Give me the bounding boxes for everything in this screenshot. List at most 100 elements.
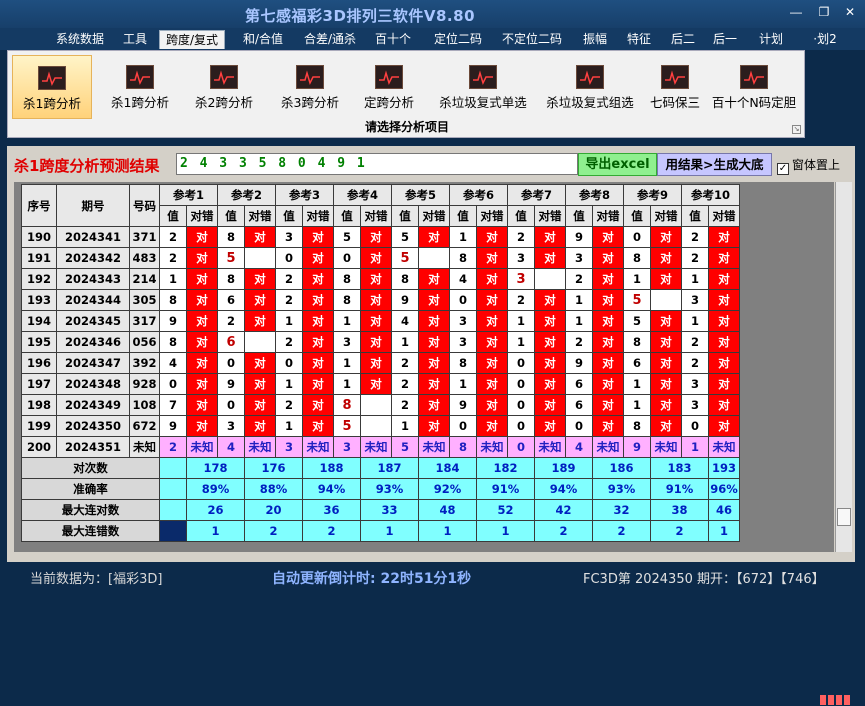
cell-hit: 对 xyxy=(186,331,218,353)
header-check: 对错 xyxy=(476,205,508,227)
stats-row: 准确率 89% 88% 94% 93% 92% 91% 94% 93% 91% 96% xyxy=(21,478,740,500)
cell-hit: 对 xyxy=(534,373,566,395)
menu-10[interactable]: 特征 xyxy=(622,30,656,49)
cell-value: 2 xyxy=(681,331,709,353)
table-row[interactable]: 192 2024343 214 1 对 8 对 2 对 8 对 8 对 4 对 3 2 对 1 对 1 对 xyxy=(21,268,740,290)
table-row[interactable]: 190 2024341 371 2 对 8 对 3 对 5 对 5 对 1 对 2 对 9 对 0 对 2 对 xyxy=(21,226,740,248)
cell-value: 2 xyxy=(507,226,535,248)
table-row[interactable]: 197 2024348 928 0 对 9 对 1 对 1 对 2 对 1 对 0 对 6 对 1 对 3 对 xyxy=(21,373,740,395)
restore-button[interactable]: ❐ xyxy=(814,4,834,20)
cell-hit: 对 xyxy=(592,289,624,311)
cell-value: 2 xyxy=(159,226,187,248)
ribbon-button-7[interactable]: 杀垃圾复式组选 xyxy=(538,55,642,119)
table-row[interactable]: 198 2024349 108 7 对 0 对 2 对 8 2 对 9 对 0 对 6 对 1 对 3 对 xyxy=(21,394,740,416)
ribbon-button-label: 杀2跨分析 xyxy=(195,95,253,110)
ribbon-button-9[interactable]: 百十个N码定胆 xyxy=(708,55,800,119)
menu-5[interactable]: 合差/通杀 xyxy=(299,30,361,49)
stats-value: 1 xyxy=(476,520,535,542)
cell-hit: 对 xyxy=(708,310,740,332)
generate-base-button[interactable]: 用结果>生成大底 xyxy=(657,153,772,176)
ribbon-button-2[interactable]: 杀1跨分析 xyxy=(100,55,180,119)
scrollbar-thumb[interactable] xyxy=(837,508,851,526)
cell-value: 1 xyxy=(333,373,361,395)
stats-label: 对次数 xyxy=(21,457,160,479)
export-excel-button[interactable]: 导出excel xyxy=(578,153,657,176)
cell-value: 9 xyxy=(565,226,593,248)
countdown-status: 自动更新倒计时: 22时51分1秒 xyxy=(272,571,472,587)
stats-label: 准确率 xyxy=(21,478,160,500)
cell-value: 8 xyxy=(449,247,477,269)
cell-hit: 对 xyxy=(302,289,334,311)
ribbon-button-6[interactable]: 杀垃圾复式单选 xyxy=(430,55,536,119)
menu-12[interactable]: 后一 xyxy=(708,30,742,49)
cell-hit: 对 xyxy=(650,226,682,248)
cell-hit: 对 xyxy=(302,352,334,374)
cell-value: 1 xyxy=(623,268,651,290)
cell-seq: 190 xyxy=(21,226,57,248)
minimize-button[interactable]: — xyxy=(786,4,806,20)
result-field[interactable]: 2 4 3 3 5 8 0 4 9 1 xyxy=(176,153,578,175)
ribbon-expand-icon[interactable]: ↘ xyxy=(792,125,801,134)
cell-hit: 对 xyxy=(418,373,450,395)
close-button[interactable]: ✕ xyxy=(840,4,860,20)
cell-value: 0 xyxy=(159,373,187,395)
header-value: 值 xyxy=(449,205,477,227)
menu-9[interactable]: 振幅 xyxy=(578,30,612,49)
stats-spacer xyxy=(159,499,187,521)
ribbon-button-3[interactable]: 杀2跨分析 xyxy=(184,55,264,119)
header-value: 值 xyxy=(333,205,361,227)
menu-11[interactable]: 后二 xyxy=(666,30,700,49)
menu-2[interactable]: 工具 xyxy=(118,30,152,49)
ribbon-button-1[interactable]: 杀1跨分析 xyxy=(12,55,92,119)
stats-value: 48 xyxy=(418,499,477,521)
cell-value: 2 xyxy=(681,352,709,374)
header-group: 参考5 xyxy=(391,184,450,206)
table-row[interactable]: 199 2024350 672 9 对 3 对 1 对 5 1 对 0 对 0 对 0 对 8 对 0 对 xyxy=(21,415,740,437)
cell-value: 0 xyxy=(449,289,477,311)
menu-14[interactable]: ·划2 xyxy=(810,30,840,49)
cell-hit: 对 xyxy=(302,310,334,332)
menu-8[interactable]: 不定位二码 xyxy=(496,30,568,49)
menu-13[interactable]: 计划 xyxy=(754,30,788,49)
cell-hit: 对 xyxy=(302,394,334,416)
ribbon-button-4[interactable]: 杀3跨分析 xyxy=(270,55,350,119)
cell-hit: 对 xyxy=(708,352,740,374)
chart-icon xyxy=(210,65,238,89)
cell-value: 0 xyxy=(217,394,245,416)
cell-period: 2024347 xyxy=(56,352,130,374)
pin-window-checkbox[interactable]: ✓ 窗体置上 xyxy=(777,156,840,175)
stats-value: 91% xyxy=(476,478,535,500)
cell-value: 3 xyxy=(449,331,477,353)
vertical-scrollbar[interactable] xyxy=(835,182,852,552)
cell-value: 2 xyxy=(159,247,187,269)
menu-1[interactable]: 系统数据 xyxy=(52,30,108,49)
stats-value: 2 xyxy=(302,520,361,542)
table-row[interactable]: 195 2024346 056 8 对 6 2 对 3 对 1 对 3 对 1 对 2 对 8 对 2 对 xyxy=(21,331,740,353)
cell-value: 3 xyxy=(681,373,709,395)
header-group: 参考2 xyxy=(217,184,276,206)
stats-label: 最大连对数 xyxy=(21,499,160,521)
table-row[interactable]: 193 2024344 305 8 对 6 对 2 对 8 对 9 对 0 对 2 对 1 对 5 3 对 xyxy=(21,289,740,311)
table-row-next[interactable]: 200 2024351 未知 2 未知 4 未知 3 未知 3 未知 5 未知 8 未知 0 未知 4 未知 9 未知 1… xyxy=(21,436,740,458)
cell-value: 3 xyxy=(507,268,535,290)
cell-value: 8 xyxy=(623,415,651,437)
menu-7[interactable]: 定位二码 xyxy=(427,30,489,49)
ribbon-button-8[interactable]: 七码保三 xyxy=(642,55,708,119)
cell-value: 4 xyxy=(565,436,593,458)
cell-hit: 对 xyxy=(186,247,218,269)
cell-number: 483 xyxy=(129,247,160,269)
ribbon-button-5[interactable]: 定跨分析 xyxy=(352,55,426,119)
cell-value: 0 xyxy=(565,415,593,437)
menu-6[interactable]: 百十个 xyxy=(372,30,414,49)
cell-value: 1 xyxy=(565,310,593,332)
cell-hit: 对 xyxy=(534,226,566,248)
table-row[interactable]: 196 2024347 392 4 对 0 对 0 对 1 对 2 对 8 对 0 对 9 对 6 对 2 对 xyxy=(21,352,740,374)
table-row[interactable]: 194 2024345 317 9 对 2 对 1 对 1 对 4 对 3 对 1 对 1 对 5 对 1 对 xyxy=(21,310,740,332)
stats-value: 96% xyxy=(708,478,740,500)
cell-value: 1 xyxy=(681,310,709,332)
resize-grip-icon[interactable] xyxy=(819,694,855,706)
cell-value: 4 xyxy=(391,310,419,332)
table-row[interactable]: 191 2024342 483 2 对 5 0 对 0 对 5 8 对 3 对 3 对 8 对 2 对 xyxy=(21,247,740,269)
menu-4[interactable]: 和/合值 xyxy=(238,30,288,49)
menu-3[interactable]: 跨度/复式 xyxy=(159,30,225,49)
